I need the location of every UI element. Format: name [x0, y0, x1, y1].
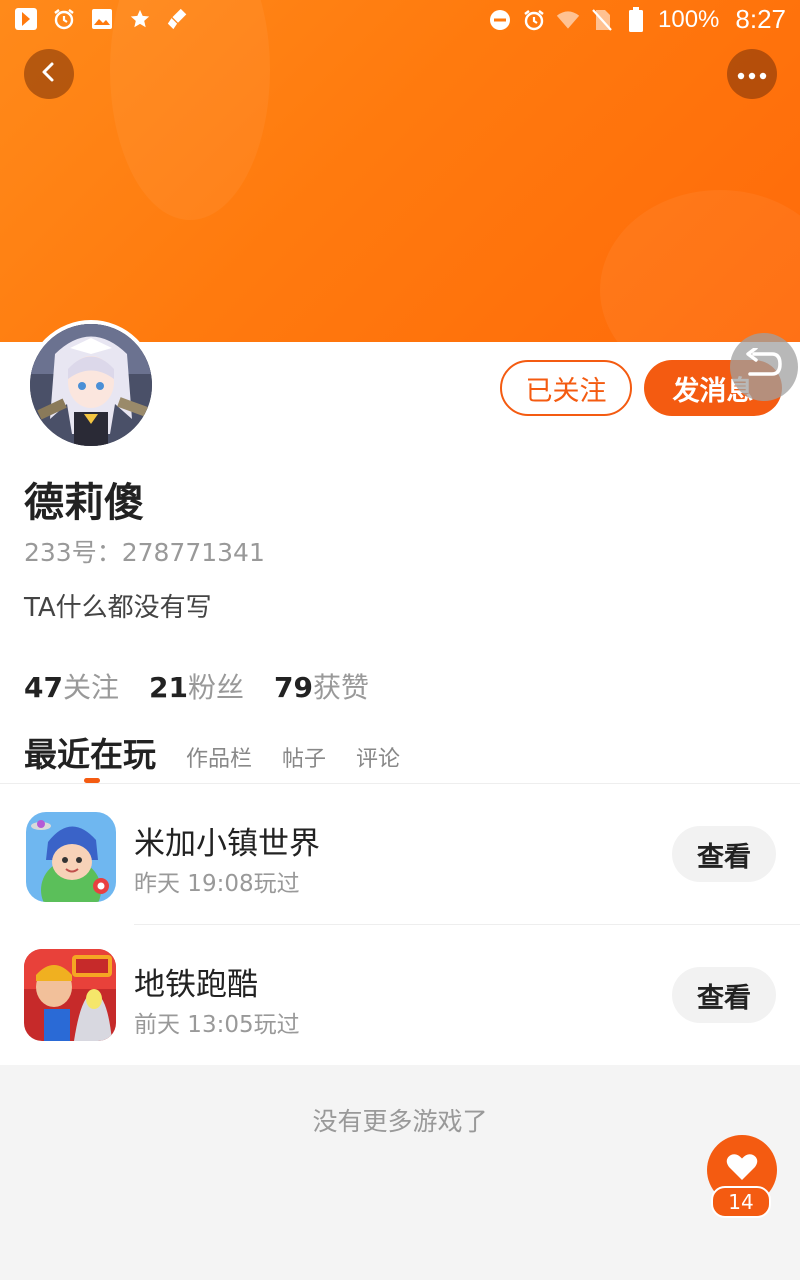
game-icon-miga-town	[26, 812, 116, 902]
banner-decoration	[600, 190, 800, 342]
return-arrow-icon	[744, 346, 784, 386]
status-bar: 100% 8:27	[0, 0, 800, 40]
no-more-games-text: 没有更多游戏了	[312, 1107, 488, 1136]
tab-posts[interactable]: 帖子	[282, 741, 326, 773]
stat-number: 79	[273, 671, 313, 704]
tab-label: 最近在玩	[24, 735, 156, 774]
game-title: 地铁跑酷	[134, 967, 258, 1003]
alarm-icon	[522, 7, 546, 33]
no-sim-icon	[590, 7, 614, 33]
tab-comments[interactable]: 评论	[356, 741, 400, 773]
stat-fans[interactable]: 21粉丝	[149, 666, 244, 706]
profile-uid: 233号：278771341	[24, 538, 265, 567]
game-last-played: 前天 13:05玩过	[134, 1012, 300, 1038]
back-button[interactable]	[24, 49, 74, 99]
profile-header-banner	[0, 0, 800, 342]
profile-bio: TA什么都没有写	[24, 593, 212, 623]
stat-following[interactable]: 47关注	[24, 666, 119, 706]
floating-return-button[interactable]	[730, 333, 798, 401]
game-last-played: 昨天 19:08玩过	[134, 871, 300, 897]
stat-number: 21	[148, 671, 188, 704]
chevron-left-icon	[38, 61, 60, 87]
stat-label: 关注	[62, 671, 119, 704]
game-title: 米加小镇世界	[134, 826, 320, 862]
game-list-item[interactable]: 地铁跑酷 前天 13:05玩过 查看	[0, 925, 800, 1066]
cleaner-icon	[166, 6, 190, 32]
tab-works[interactable]: 作品栏	[186, 741, 252, 773]
profile-tabs: 最近在玩 作品栏 帖子 评论	[24, 728, 430, 783]
like-count-badge: 14	[711, 1186, 771, 1218]
alarm-icon	[52, 6, 76, 32]
avatar[interactable]	[26, 320, 156, 450]
view-game-button[interactable]: 查看	[672, 967, 776, 1023]
more-button[interactable]	[727, 49, 777, 99]
clock: 8:27	[735, 4, 786, 34]
game-list-item[interactable]: 米加小镇世界 昨天 19:08玩过 查看	[0, 784, 800, 925]
profile-name: 德莉傻	[24, 480, 144, 526]
game-icon-subway-surfers	[24, 949, 116, 1041]
stat-label: 获赞	[312, 671, 369, 704]
battery-percentage: 100%	[658, 5, 720, 33]
app-notification-icon	[14, 6, 38, 32]
profile-stats: 47关注 21粉丝 79获赞	[24, 666, 369, 706]
wifi-icon	[556, 7, 580, 33]
image-icon	[90, 6, 114, 32]
stat-number: 47	[24, 671, 63, 704]
followed-button[interactable]: 已关注	[500, 360, 632, 416]
dnd-icon	[488, 7, 512, 33]
star-icon	[128, 6, 152, 32]
battery-icon	[624, 6, 648, 33]
stat-likes[interactable]: 79获赞	[274, 666, 369, 706]
heart-icon	[726, 1153, 758, 1185]
view-game-button[interactable]: 查看	[672, 826, 776, 882]
stat-label: 粉丝	[187, 671, 244, 704]
more-dots-icon	[737, 65, 767, 84]
tab-recently-played[interactable]: 最近在玩	[24, 728, 156, 783]
